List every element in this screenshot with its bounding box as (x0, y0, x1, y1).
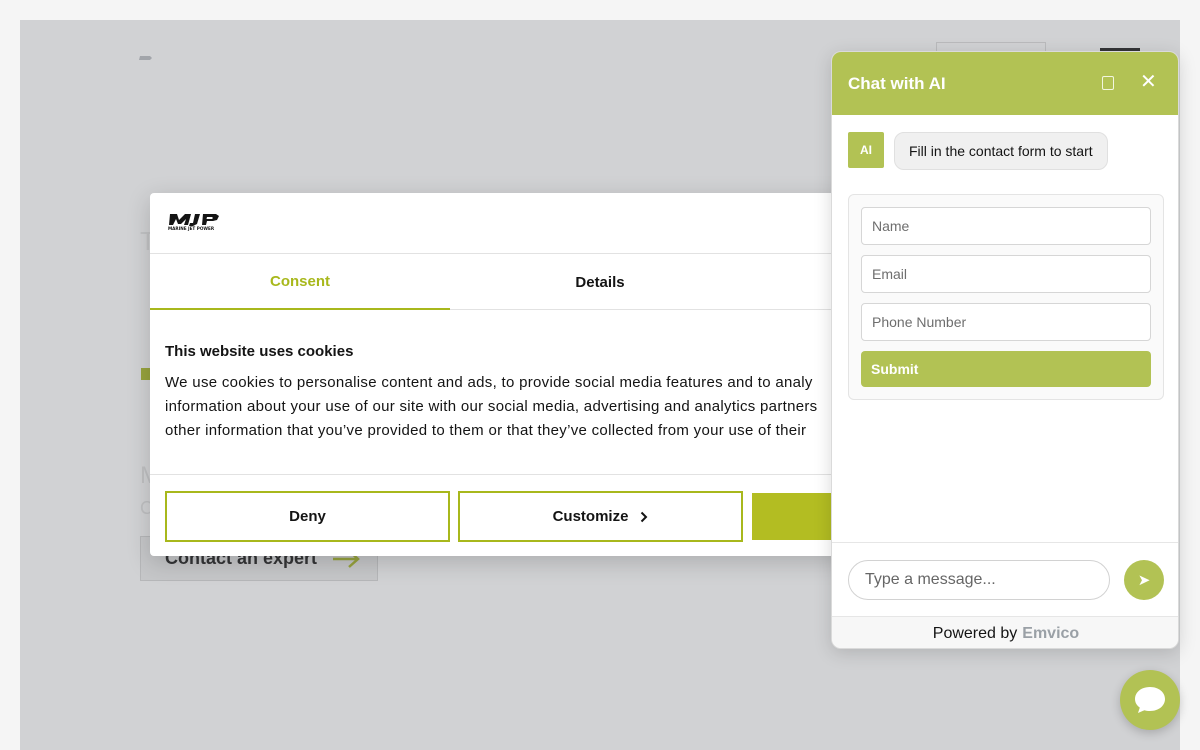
tab-consent[interactable]: Consent (150, 254, 450, 310)
chevron-right-icon (641, 511, 648, 522)
deny-button[interactable]: Deny (165, 491, 450, 542)
cookie-description: We use cookies to personalise content an… (165, 371, 850, 443)
send-button[interactable]: ➤ (1124, 560, 1164, 600)
deny-label: Deny (289, 508, 326, 525)
tab-details[interactable]: Details (450, 254, 750, 310)
submit-button[interactable]: Submit (861, 351, 1151, 387)
svg-text:MARINE JET POWER: MARINE JET POWER (168, 226, 215, 231)
minimize-icon[interactable] (1102, 76, 1114, 90)
cookie-text-line: other information that you’ve provided t… (165, 422, 807, 439)
message-input[interactable] (848, 560, 1110, 600)
powered-by-brand[interactable]: Emvico (1022, 625, 1079, 643)
cookie-actions: Deny Customize (150, 474, 850, 556)
powered-by-label: Powered by (932, 624, 1018, 642)
customize-label: Customize (552, 508, 629, 525)
chat-header: Chat with AI ✕ (832, 52, 1178, 115)
ai-message: Fill in the contact form to start (894, 132, 1108, 170)
cookie-text-line: information about your use of our site w… (165, 398, 818, 415)
cookie-title: This website uses cookies (165, 343, 354, 360)
cookie-tabs: Consent Details (150, 253, 850, 310)
close-icon[interactable]: ✕ (1140, 71, 1157, 93)
phone-field[interactable] (861, 303, 1151, 341)
cookie-dialog: MARINE JET POWER Consent Details This we… (150, 193, 850, 556)
chat-composer: ➤ (832, 542, 1178, 616)
chat-launcher-button[interactable] (1120, 670, 1180, 730)
powered-by: Powered by Emvico (832, 616, 1178, 648)
contact-form: Submit (848, 194, 1164, 400)
cookie-brand-logo: MARINE JET POWER (168, 214, 219, 231)
chat-widget: Chat with AI ✕ AI Fill in the contact fo… (831, 51, 1179, 649)
chat-title: Chat with AI (848, 74, 946, 93)
ai-avatar: AI (848, 132, 884, 168)
name-field[interactable] (861, 207, 1151, 245)
cookie-text-line: We use cookies to personalise content an… (165, 374, 813, 391)
email-field[interactable] (861, 255, 1151, 293)
send-icon: ➤ (1137, 572, 1151, 589)
chat-bubble-icon (1135, 687, 1165, 713)
customize-button[interactable]: Customize (458, 491, 743, 542)
